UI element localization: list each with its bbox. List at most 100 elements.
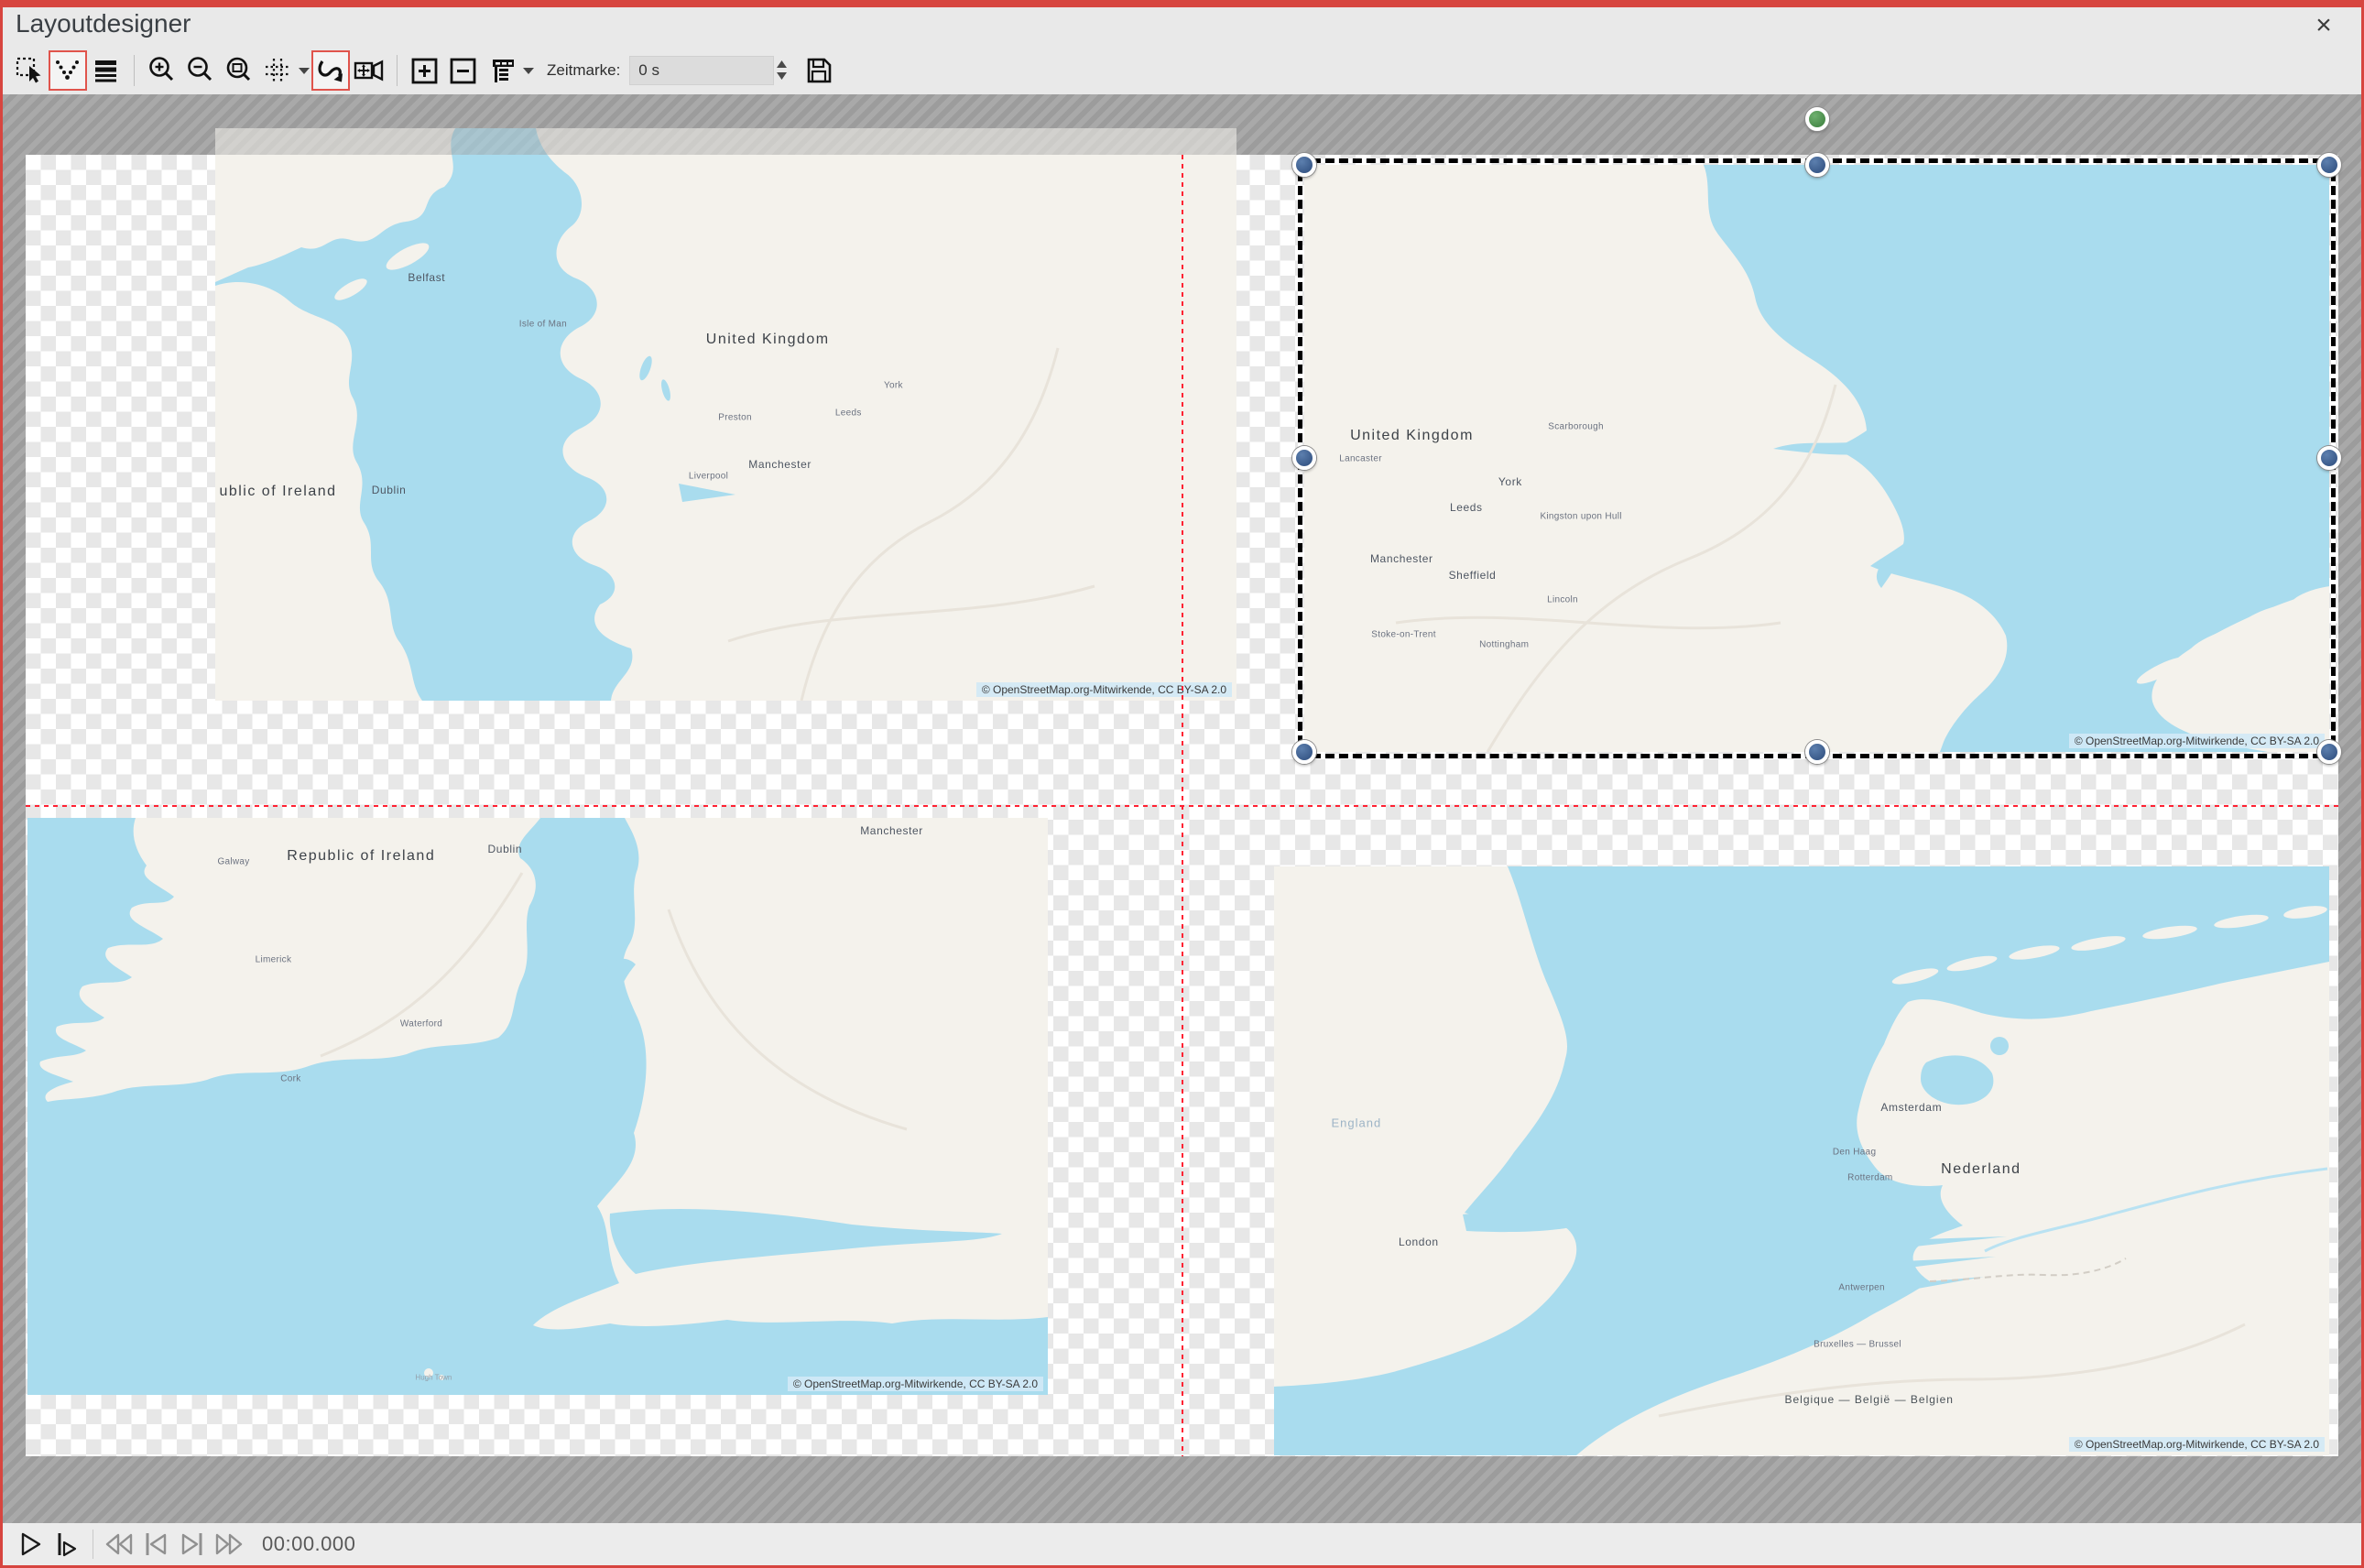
remove-tool-button[interactable]: [444, 50, 483, 91]
resize-handle-se[interactable]: [2317, 740, 2341, 764]
select-icon: [14, 55, 45, 86]
map-label: Amsterdam: [1880, 1101, 1942, 1114]
toolbar-separator: [134, 55, 135, 86]
resize-handle-nw[interactable]: [1292, 153, 1316, 177]
resize-handle-s[interactable]: [1805, 740, 1829, 764]
resize-handle-e[interactable]: [2317, 446, 2341, 470]
toolbar-separator: [397, 55, 398, 86]
zoom-in-icon: [147, 55, 178, 86]
spin-up-icon[interactable]: [777, 60, 787, 68]
window-accent-bar: [3, 0, 2361, 7]
properties-tool-button[interactable]: [483, 50, 521, 91]
properties-dropdown-arrow[interactable]: [521, 50, 536, 91]
map-label: Isle of Man: [519, 319, 567, 329]
grid-dropdown-arrow[interactable]: [297, 50, 311, 91]
map-labels: England London Amsterdam Den Haag Rotterdam N…: [1274, 866, 2329, 1455]
plus-square-icon: [409, 55, 441, 86]
grid-icon: [262, 55, 293, 86]
curve-icon: [315, 55, 346, 86]
spin-down-icon[interactable]: [777, 72, 787, 80]
titlebar: Layoutdesigner ×: [3, 7, 2361, 46]
layers-tool-button[interactable]: [87, 50, 125, 91]
map-label: England: [1331, 1116, 1381, 1129]
resize-handle-w[interactable]: [1292, 446, 1316, 470]
map-label: Belgique — België — Belgien: [1785, 1393, 1954, 1406]
map-label: Bruxelles — Brussel: [1814, 1340, 1901, 1350]
map-attribution: © OpenStreetMap.org-Mitwirkende, CC BY-S…: [2069, 1437, 2325, 1452]
resize-handle-sw[interactable]: [1292, 740, 1316, 764]
zoom-out-icon: [185, 55, 216, 86]
map-label: London: [1399, 1236, 1439, 1248]
resize-handle-ne[interactable]: [2317, 153, 2341, 177]
map-object-bottom-left[interactable]: Republic of Ireland Dublin Galway Limerick W…: [27, 818, 1048, 1395]
close-icon[interactable]: ×: [2308, 11, 2339, 42]
map-label: Limerick: [256, 954, 292, 964]
rotate-handle[interactable]: [1805, 107, 1829, 131]
map-label: Antwerpen: [1838, 1282, 1885, 1292]
map-attribution: © OpenStreetMap.org-Mitwirkende, CC BY-S…: [788, 1377, 1043, 1391]
map-object-bottom-right[interactable]: England London Amsterdam Den Haag Rotterdam N…: [1274, 866, 2329, 1455]
zeitmarke-input[interactable]: [629, 56, 774, 85]
add-tool-button[interactable]: [406, 50, 444, 91]
map-label: Rotterdam: [1847, 1173, 1892, 1183]
play-icon: [16, 1530, 44, 1558]
zoom-in-tool-button[interactable]: [143, 50, 181, 91]
layout-canvas[interactable]: United Kingdom ublic of Ireland Belfast Dub…: [3, 94, 2361, 1523]
rewind-icon: [103, 1530, 135, 1558]
rewind-button[interactable]: [101, 1526, 137, 1563]
minus-square-icon: [448, 55, 479, 86]
zoom-fit-tool-button[interactable]: [220, 50, 258, 91]
map-label: Belfast: [408, 271, 445, 284]
step-back-icon: [142, 1530, 169, 1558]
save-button[interactable]: [800, 50, 838, 91]
play-button[interactable]: [12, 1526, 49, 1563]
center-guide-horizontal: [26, 805, 2338, 807]
map-label: Republic of Ireland: [287, 848, 435, 865]
camera-pan-icon: [353, 55, 386, 86]
grid-tool-button[interactable]: [258, 50, 297, 91]
curve-tool-button[interactable]: [311, 50, 350, 91]
select-tool-button[interactable]: [10, 50, 49, 91]
map-label: Manchester: [860, 824, 923, 837]
play-from-marker-button[interactable]: [49, 1526, 85, 1563]
step-back-button[interactable]: [137, 1526, 174, 1563]
camera-pan-tool-button[interactable]: [350, 50, 388, 91]
save-icon: [803, 55, 834, 86]
zeitmarke-label: Zeitmarke:: [547, 61, 620, 80]
map-label: Den Haag: [1833, 1147, 1876, 1157]
map-label: Preston: [718, 413, 752, 423]
map-label: Dublin: [488, 843, 523, 855]
map-label: York: [884, 381, 903, 391]
selection-border[interactable]: [1304, 165, 2329, 752]
step-forward-icon: [179, 1530, 206, 1558]
fast-forward-button[interactable]: [211, 1526, 247, 1563]
map-label: Manchester: [748, 458, 812, 471]
map-label: ublic of Ireland: [219, 484, 336, 500]
playback-bar: 00:00.000: [3, 1523, 2361, 1565]
zoom-out-tool-button[interactable]: [181, 50, 220, 91]
map-object-top-left[interactable]: United Kingdom ublic of Ireland Belfast Dub…: [215, 128, 1236, 701]
map-label: Leeds: [835, 408, 862, 419]
map-label: Hugh Town: [415, 1374, 452, 1382]
window-title: Layoutdesigner: [16, 9, 191, 38]
zoom-fit-icon: [223, 55, 255, 86]
playback-time: 00:00.000: [262, 1532, 355, 1556]
map-label: Galway: [217, 856, 249, 866]
toolbar: Zeitmarke:: [3, 46, 2361, 94]
map-label: Nederland: [1941, 1161, 2021, 1178]
point-select-tool-button[interactable]: [49, 50, 87, 91]
zeitmarke-spinner[interactable]: [777, 60, 787, 80]
map-label: Liverpool: [689, 472, 728, 482]
map-label: United Kingdom: [706, 332, 830, 348]
page-boundary-overlay: [215, 128, 1236, 155]
layers-icon: [91, 55, 122, 86]
step-forward-button[interactable]: [174, 1526, 211, 1563]
point-select-icon: [52, 55, 83, 86]
map-label: Waterford: [400, 1018, 442, 1029]
resize-handle-n[interactable]: [1805, 153, 1829, 177]
map-label: Dublin: [372, 484, 407, 496]
map-label: Cork: [280, 1073, 300, 1083]
map-attribution: © OpenStreetMap.org-Mitwirkende, CC BY-S…: [976, 682, 1232, 697]
layoutdesigner-window: Layoutdesigner ×: [0, 0, 2364, 1568]
map-labels: United Kingdom ublic of Ireland Belfast Dub…: [215, 128, 1236, 701]
